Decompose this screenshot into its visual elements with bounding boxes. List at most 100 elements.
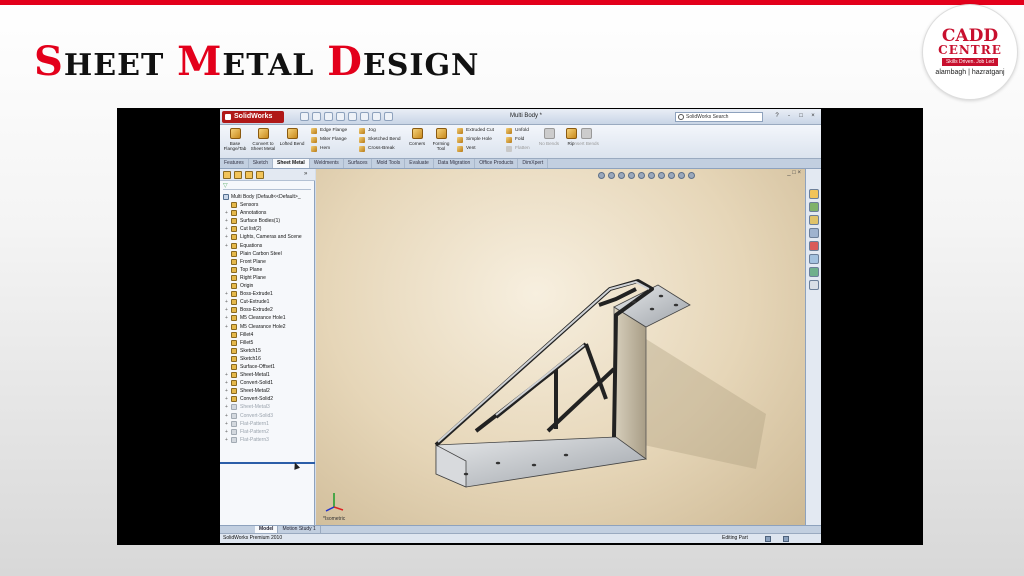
expand-icon[interactable]: + [225, 373, 228, 378]
file-explorer-icon[interactable] [809, 215, 819, 225]
tab-mold-tools[interactable]: Mold Tools [372, 159, 406, 168]
rebuild-icon[interactable] [372, 112, 381, 121]
simple-hole-button[interactable]: Simple Hole [457, 136, 492, 143]
base-flange-button[interactable]: Base Flange/Tab [222, 128, 248, 151]
expand-icon[interactable]: + [225, 243, 228, 248]
tree-item[interactable]: Origin [220, 282, 315, 290]
minimize-button[interactable]: - [784, 112, 794, 121]
edge-flange-button[interactable]: Edge Flange [311, 127, 347, 134]
tree-item[interactable]: + Lights, Cameras and Scene [220, 233, 315, 241]
tree-filter[interactable]: ▽ [223, 182, 311, 190]
tree-item[interactable]: + Convert-Solid3 [220, 412, 315, 420]
tab-model[interactable]: Model [255, 526, 279, 533]
tab-sheet-metal[interactable]: Sheet Metal [273, 159, 310, 168]
tree-item[interactable]: Multi Body (Default<<Default>_ [220, 193, 315, 201]
expand-icon[interactable]: + [225, 389, 228, 394]
tree-item[interactable]: Right Plane [220, 274, 315, 282]
tab-weldments[interactable]: Weldments [310, 159, 344, 168]
tree-item[interactable]: Sensors [220, 201, 315, 209]
tree-item[interactable]: + M5 Clearance Hole2 [220, 323, 315, 331]
design-library-icon[interactable] [809, 202, 819, 212]
tree-item[interactable]: Fillet4 [220, 331, 315, 339]
expand-icon[interactable]: + [225, 308, 228, 313]
rebuild-status-icon[interactable] [765, 536, 771, 542]
appearances-icon[interactable] [809, 254, 819, 264]
tree-item[interactable]: + Sheet-Metal1 [220, 371, 315, 379]
tree-item[interactable]: + Surface Bodies(1) [220, 217, 315, 225]
expand-arrow-icon[interactable]: » [304, 171, 312, 179]
tab-data-migration[interactable]: Data Migration [434, 159, 476, 168]
expand-icon[interactable]: + [225, 429, 228, 434]
expand-icon[interactable]: + [225, 421, 228, 426]
solidworks-menu-button[interactable]: SolidWorks [222, 111, 284, 123]
expand-icon[interactable]: + [225, 381, 228, 386]
extruded-cut-button[interactable]: Extruded Cut [457, 127, 494, 134]
tree-item[interactable]: + Cut list(2) [220, 225, 315, 233]
expand-icon[interactable]: + [225, 219, 228, 224]
close-button[interactable]: × [808, 112, 818, 121]
configuration-manager-icon[interactable] [245, 171, 253, 179]
tab-evaluate[interactable]: Evaluate [405, 159, 434, 168]
tab-sketch[interactable]: Sketch [249, 159, 274, 168]
expand-icon[interactable]: + [225, 300, 228, 305]
tree-item[interactable]: Surface-Offset1 [220, 363, 315, 371]
tree-item[interactable]: + Equations [220, 242, 315, 250]
view-palette-icon[interactable] [809, 241, 819, 251]
tree-item[interactable]: + Cut-Extrude1 [220, 298, 315, 306]
print-icon[interactable] [336, 112, 345, 121]
forming-tool-button[interactable]: Forming Tool [428, 128, 454, 151]
undo-icon[interactable] [348, 112, 357, 121]
tree-item[interactable]: + Convert-Solid2 [220, 395, 315, 403]
tree-item[interactable]: + M5 Clearance Hole1 [220, 314, 315, 322]
select-icon[interactable] [360, 112, 369, 121]
tree-item[interactable]: + Flat-Pattern1 [220, 420, 315, 428]
resources-icon[interactable] [809, 189, 819, 199]
search-input[interactable]: SolidWorks Search [675, 112, 763, 122]
convert-sheet-metal-button[interactable]: Convert to Sheet Metal [250, 128, 276, 151]
tab-features[interactable]: Features [220, 159, 249, 168]
sketched-bend-button[interactable]: Sketched Bend [359, 136, 401, 143]
open-icon[interactable] [312, 112, 321, 121]
tree-item[interactable]: + Sheet-Metal3 [220, 403, 315, 411]
vent-button[interactable]: Vent [457, 145, 476, 152]
tree-item[interactable]: + Annotations [220, 209, 315, 217]
expand-icon[interactable]: + [225, 324, 228, 329]
tree-item[interactable]: + Boss-Extrude2 [220, 306, 315, 314]
insert-bends-button[interactable]: Insert Bends [573, 128, 599, 146]
document-recovery-icon[interactable] [809, 280, 819, 290]
tree-item[interactable]: Fillet5 [220, 339, 315, 347]
jog-button[interactable]: Jog [359, 127, 376, 134]
hem-button[interactable]: Hem [311, 145, 330, 152]
tree-item[interactable]: + Convert-Solid1 [220, 379, 315, 387]
corners-button[interactable]: Corners [404, 128, 430, 146]
expand-icon[interactable]: + [225, 405, 228, 410]
tree-item[interactable]: Top Plane [220, 266, 315, 274]
tab-office-products[interactable]: Office Products [475, 159, 519, 168]
fold-button[interactable]: Fold [506, 136, 524, 143]
tab-surfaces[interactable]: Surfaces [344, 159, 373, 168]
expand-icon[interactable]: + [225, 292, 228, 297]
expand-icon[interactable]: + [225, 413, 228, 418]
graphics-area[interactable]: _ □ × *Isometric [316, 169, 805, 525]
save-icon[interactable] [324, 112, 333, 121]
tree-item[interactable]: Plain Carbon Steel [220, 250, 315, 258]
tree-item[interactable]: + Flat-Pattern2 [220, 428, 315, 436]
flatten-button[interactable]: Flatten [506, 145, 530, 152]
options-icon[interactable] [384, 112, 393, 121]
search-results-icon[interactable] [809, 228, 819, 238]
expand-icon[interactable]: + [225, 437, 228, 442]
maximize-button[interactable]: □ [796, 112, 806, 121]
new-icon[interactable] [300, 112, 309, 121]
tree-item[interactable]: Sketch16 [220, 355, 315, 363]
dimxpert-manager-icon[interactable] [256, 171, 264, 179]
property-manager-icon[interactable] [234, 171, 242, 179]
expand-icon[interactable]: + [225, 211, 228, 216]
expand-icon[interactable]: + [225, 227, 228, 232]
expand-icon[interactable]: + [225, 397, 228, 402]
lofted-bend-button[interactable]: Lofted Bend [279, 128, 305, 146]
expand-icon[interactable]: + [225, 316, 228, 321]
help-button[interactable]: ? [772, 112, 782, 121]
miter-flange-button[interactable]: Miter Flange [311, 136, 347, 143]
tree-item[interactable]: + Flat-Pattern3 [220, 436, 315, 444]
tree-item[interactable]: Sketch15 [220, 347, 315, 355]
